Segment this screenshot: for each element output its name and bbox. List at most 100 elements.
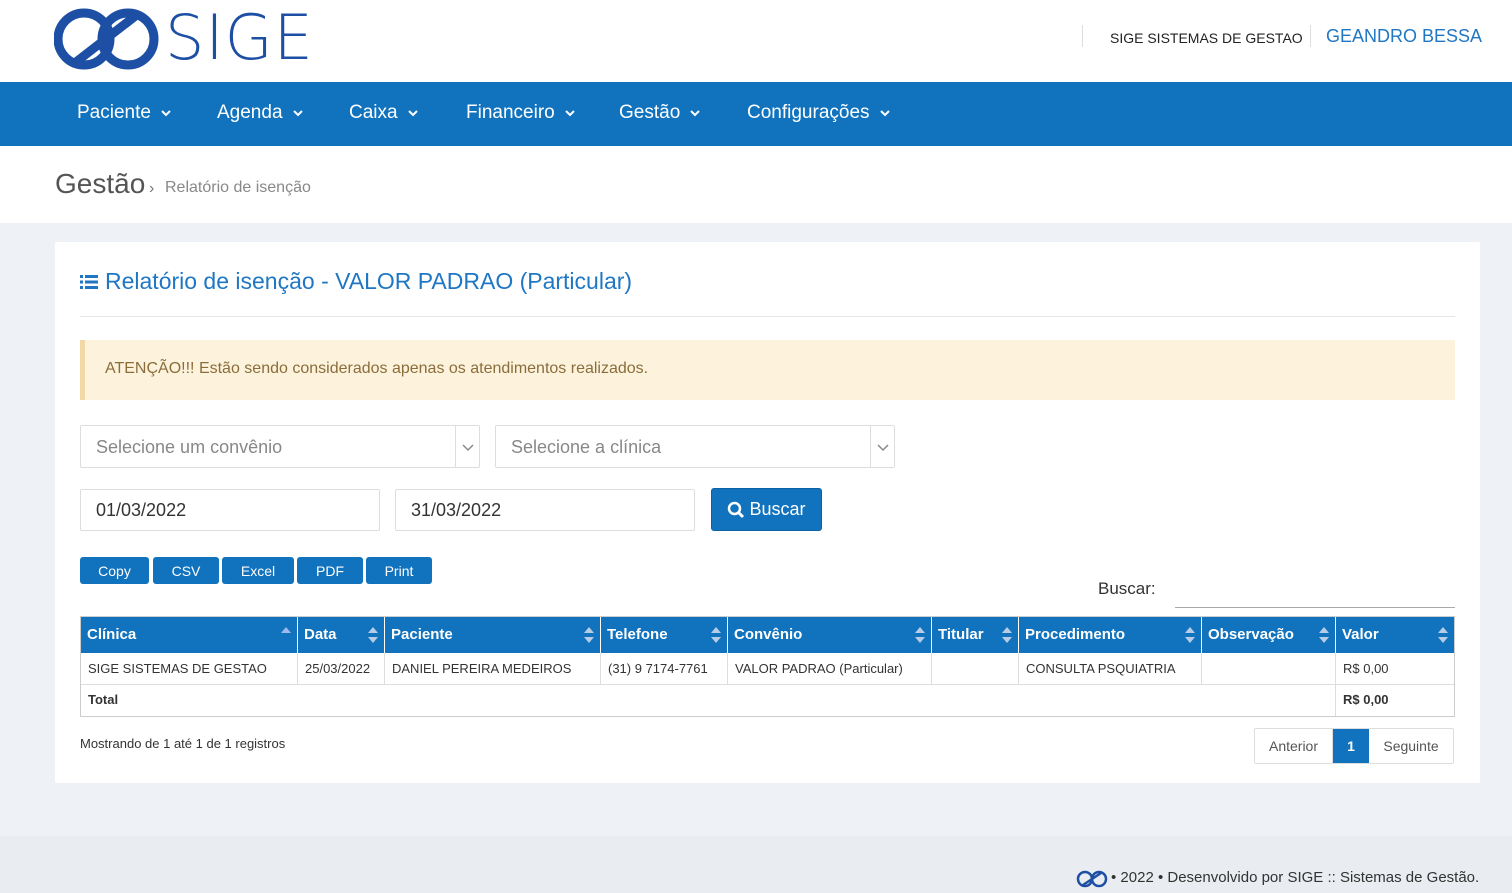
column-label: Telefone <box>607 626 668 643</box>
pagination-page-1[interactable]: 1 <box>1333 729 1369 763</box>
column-header-convenio[interactable]: Convênio <box>728 617 932 653</box>
cell-valor: R$ 0,00 <box>1343 661 1389 676</box>
nav-item-label: Configurações <box>747 102 870 123</box>
table-info: Mostrando de 1 até 1 de 1 registros <box>80 736 286 751</box>
cell-clinica: SIGE SISTEMAS DE GESTAO <box>81 653 298 685</box>
column-label: Valor <box>1342 626 1379 643</box>
top-divider <box>1310 25 1311 47</box>
chevron-down-icon <box>565 110 575 117</box>
clinica-placeholder: Selecione a clínica <box>511 437 662 457</box>
column-header-paciente[interactable]: Paciente <box>385 617 601 653</box>
sort-icon <box>1002 627 1012 643</box>
search-button-label: Buscar <box>749 499 806 519</box>
column-header-clinica[interactable]: Clínica <box>81 617 298 653</box>
column-label: Convênio <box>734 626 803 643</box>
top-divider <box>1082 25 1083 47</box>
cell-telefone: (31) 9 7174-7761 <box>601 653 728 685</box>
csv-button[interactable]: CSV <box>153 557 219 584</box>
convenio-placeholder: Selecione um convênio <box>96 437 283 457</box>
nav-item-gestao[interactable]: Gestão <box>619 102 702 124</box>
sort-asc-icon <box>281 627 291 633</box>
breadcrumb-page: Relatório de isenção <box>165 179 311 196</box>
warning-alert: ATENÇÃO!!! Estão sendo considerados apen… <box>80 340 1455 400</box>
print-button[interactable]: Print <box>366 557 432 584</box>
column-header-valor[interactable]: Valor <box>1336 617 1454 653</box>
column-header-observacao[interactable]: Observação <box>1202 617 1336 653</box>
pagination: Anterior 1 Seguinte <box>1254 728 1454 764</box>
column-header-procedimento[interactable]: Procedimento <box>1019 617 1202 653</box>
sige-logo[interactable]: SIGE <box>53 1 324 74</box>
cell-paciente: DANIEL PEREIRA MEDEIROS <box>385 653 601 685</box>
total-label: Total <box>81 685 1336 716</box>
nav-item-label: Agenda <box>217 102 283 123</box>
report-table: Clínica Data Paciente Telefone Convênio … <box>80 616 1455 717</box>
nav-item-label: Caixa <box>349 102 398 123</box>
breadcrumb: Gestão › Relatório de isenção <box>0 146 1512 223</box>
pdf-button[interactable]: PDF <box>297 557 363 584</box>
chevron-down-icon <box>407 110 418 117</box>
date-end-input[interactable] <box>395 489 695 531</box>
nav-item-label: Paciente <box>77 102 151 123</box>
cell-procedimento: CONSULTA PSQUIATRIA <box>1019 653 1202 685</box>
top-bar: SIGE SIGE SISTEMAS DE GESTAO GEANDRO BES… <box>0 0 1512 82</box>
sort-icon <box>1438 627 1448 643</box>
company-name[interactable]: SIGE SISTEMAS DE GESTAO <box>1110 30 1303 46</box>
column-header-data[interactable]: Data <box>298 617 385 653</box>
cell-convenio: VALOR PADRAO (Particular) <box>728 653 932 685</box>
cell-titular <box>932 653 1019 685</box>
column-label: Data <box>304 626 337 643</box>
pagination-next[interactable]: Seguinte <box>1369 729 1453 763</box>
clinica-select[interactable]: Selecione a clínica <box>495 425 895 468</box>
copy-button[interactable]: Copy <box>80 557 149 584</box>
excel-button[interactable]: Excel <box>222 557 294 584</box>
nav-item-label: Gestão <box>619 102 681 123</box>
search-button[interactable]: Buscar <box>711 488 822 531</box>
chevron-down-icon <box>690 110 700 117</box>
sort-icon <box>711 627 721 643</box>
divider <box>80 316 1455 317</box>
sort-icon <box>1319 627 1329 643</box>
logo-text: SIGE <box>165 1 314 74</box>
chevron-down-icon <box>879 110 890 117</box>
nav-item-financeiro[interactable]: Financeiro <box>466 102 577 124</box>
table-row[interactable]: SIGE SISTEMAS DE GESTAO 25/03/2022 DANIE… <box>81 653 1454 685</box>
nav-item-configuracoes[interactable]: Configurações <box>747 102 892 124</box>
cell-data: 25/03/2022 <box>298 653 385 685</box>
convenio-select[interactable]: Selecione um convênio <box>80 425 480 468</box>
alert-text: ATENÇÃO!!! Estão sendo considerados apen… <box>105 360 649 377</box>
list-icon <box>80 274 98 289</box>
footer-text: • 2022 • Desenvolvido por SIGE :: Sistem… <box>1111 869 1480 886</box>
nav-item-agenda[interactable]: Agenda <box>217 102 305 124</box>
chevron-down-icon <box>462 444 474 452</box>
chevron-down-icon <box>292 110 303 117</box>
infinity-logo-icon <box>1076 870 1108 888</box>
pagination-prev[interactable]: Anterior <box>1255 729 1333 763</box>
sort-icon <box>584 627 594 643</box>
table-search-input[interactable] <box>1175 572 1455 608</box>
nav-item-caixa[interactable]: Caixa <box>349 102 420 124</box>
column-label: Observação <box>1208 626 1294 643</box>
total-value: R$ 0,00 <box>1343 692 1389 707</box>
breadcrumb-separator: › <box>149 180 155 197</box>
breadcrumb-section[interactable]: Gestão <box>55 168 145 200</box>
sort-icon <box>368 627 378 643</box>
chevron-down-icon <box>161 110 171 117</box>
main-nav: Paciente Agenda Caixa Financeiro Gestão … <box>0 82 1512 146</box>
column-header-telefone[interactable]: Telefone <box>601 617 728 653</box>
sort-icon <box>915 627 925 643</box>
nav-item-label: Financeiro <box>466 102 555 123</box>
nav-item-paciente[interactable]: Paciente <box>77 102 173 124</box>
select-arrow[interactable] <box>870 426 894 467</box>
user-menu[interactable]: GEANDRO BESSA <box>1326 26 1482 47</box>
search-icon <box>728 501 745 518</box>
table-search-label: Buscar: <box>1098 579 1156 598</box>
column-label: Procedimento <box>1025 626 1126 643</box>
column-header-titular[interactable]: Titular <box>932 617 1019 653</box>
column-label: Clínica <box>87 626 137 643</box>
column-label: Titular <box>938 626 984 643</box>
column-label: Paciente <box>391 626 453 643</box>
date-start-input[interactable] <box>80 489 380 531</box>
table-header: Clínica Data Paciente Telefone Convênio … <box>81 617 1454 653</box>
sort-icon <box>1185 627 1195 643</box>
select-arrow[interactable] <box>455 426 479 467</box>
